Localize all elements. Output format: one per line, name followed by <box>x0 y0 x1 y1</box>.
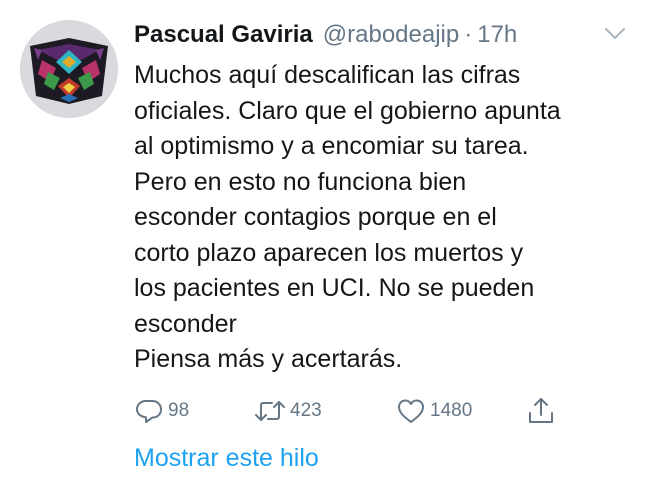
tweet-text-line: Muchos aquí descalifican las cifras <box>134 61 521 89</box>
avatar[interactable] <box>20 20 118 118</box>
share-button[interactable] <box>526 394 556 428</box>
tweet-text-line: esconder <box>134 309 237 338</box>
tweet-header: Pascual Gaviria @rabodeajip · 17h <box>134 17 626 53</box>
share-icon <box>526 396 556 426</box>
tweet-text-line: los pacientes en UCI. No se pueden <box>134 274 535 302</box>
like-count: 1480 <box>430 400 473 421</box>
tweet[interactable]: Pascual Gaviria @rabodeajip · 17h Muchos… <box>0 0 656 490</box>
action-bar: 98 423 1480 <box>134 394 574 428</box>
show-thread-link[interactable]: Mostrar este hilo <box>134 444 319 473</box>
retweet-button[interactable]: 423 <box>254 394 322 428</box>
tweet-text-line: oficiales. Claro que el gobierno apunta <box>134 96 561 125</box>
retweet-icon <box>254 396 286 426</box>
tweet-text-line: esconder contagios porque en el <box>134 203 497 231</box>
tweet-text-line: corto plazo aparecen los muertos y <box>134 238 524 267</box>
tweet-text-line: Piensa más y acertarás. <box>134 345 403 373</box>
like-button[interactable]: 1480 <box>396 394 472 428</box>
tweet-text: Muchos aquí descalifican las cifras ofic… <box>134 58 634 378</box>
user-handle[interactable]: @rabodeajip <box>323 21 459 49</box>
display-name[interactable]: Pascual Gaviria <box>134 21 313 49</box>
chevron-down-icon[interactable] <box>604 27 626 41</box>
avatar-image <box>20 20 118 118</box>
heart-icon <box>396 396 426 426</box>
tweet-text-line: Pero en esto no funciona bien <box>134 167 467 196</box>
timestamp[interactable]: 17h <box>477 21 517 49</box>
retweet-count: 423 <box>290 400 322 421</box>
reply-icon <box>134 396 164 426</box>
reply-count: 98 <box>168 400 190 421</box>
separator-dot: · <box>464 21 473 48</box>
reply-button[interactable]: 98 <box>134 394 189 428</box>
tweet-text-line: al optimismo y a encomiar su tarea. <box>134 132 529 160</box>
